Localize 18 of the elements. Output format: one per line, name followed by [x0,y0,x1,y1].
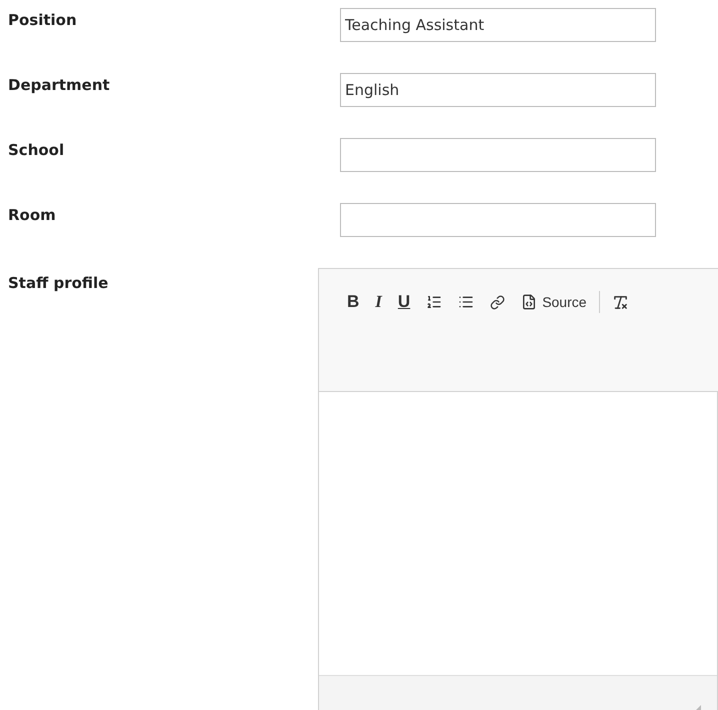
text-field[interactable] [340,138,656,172]
field-label: School [8,140,66,161]
document-code-icon [521,294,538,310]
underline-button[interactable]: U [392,287,416,317]
field-label: Room [8,205,57,226]
link-icon [490,294,506,310]
field-label: Department [8,75,111,96]
numbered-list-icon [426,294,442,310]
text-field[interactable] [340,203,656,237]
field-label: Position [8,10,78,31]
remove-format-icon [612,294,629,310]
bold-button[interactable]: B [341,287,366,317]
source-button[interactable]: Source [515,287,593,317]
italic-button[interactable]: I [369,287,388,317]
text-field[interactable]: English [340,73,656,107]
field-label: Staff profile [8,273,110,294]
bulleted-list-icon [458,294,474,310]
text-field[interactable]: Teaching Assistant [340,8,656,42]
